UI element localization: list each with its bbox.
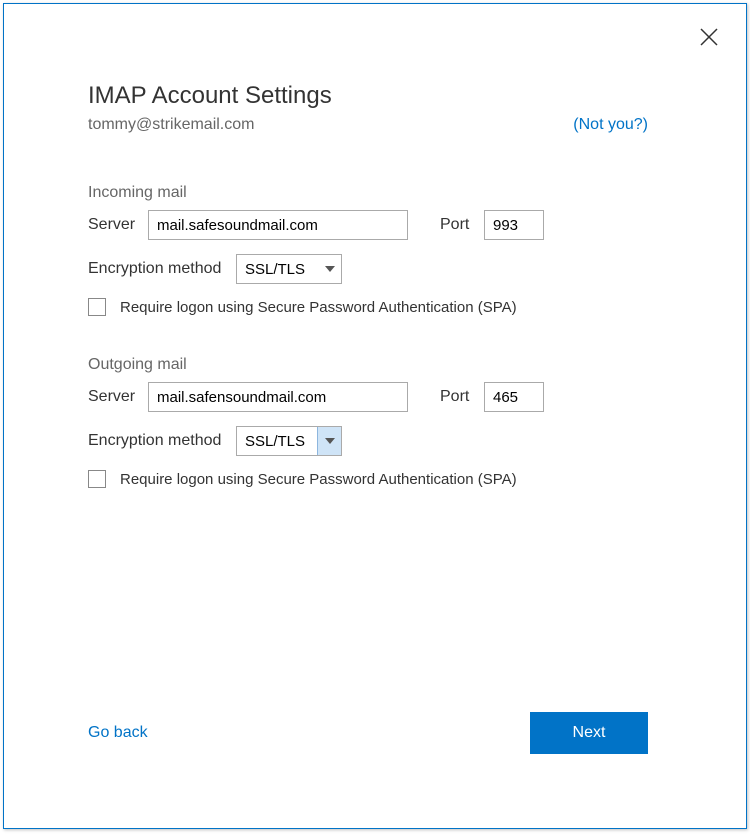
incoming-section-title: Incoming mail — [88, 184, 648, 202]
outgoing-section-title: Outgoing mail — [88, 356, 648, 374]
incoming-spa-label[interactable]: Require logon using Secure Password Auth… — [120, 299, 517, 316]
not-you-link[interactable]: (Not you?) — [573, 116, 648, 134]
close-icon — [700, 28, 718, 46]
outgoing-encryption-select[interactable]: SSL/TLS — [236, 426, 342, 456]
incoming-encryption-value: SSL/TLS — [237, 261, 317, 278]
dialog-content: IMAP Account Settings tommy@strikemail.c… — [88, 82, 648, 488]
outgoing-server-label: Server — [88, 388, 148, 406]
incoming-section: Incoming mail Server Port Encryption met… — [88, 184, 648, 316]
outgoing-spa-row: Require logon using Secure Password Auth… — [88, 470, 648, 488]
incoming-spa-checkbox[interactable] — [88, 298, 106, 316]
email-row: tommy@strikemail.com (Not you?) — [88, 116, 648, 134]
outgoing-server-input[interactable] — [148, 382, 408, 412]
incoming-server-label: Server — [88, 216, 148, 234]
chevron-down-icon — [317, 255, 341, 283]
page-title: IMAP Account Settings — [88, 82, 648, 110]
outgoing-encryption-row: Encryption method SSL/TLS — [88, 426, 648, 456]
incoming-encryption-row: Encryption method SSL/TLS — [88, 254, 648, 284]
outgoing-port-input[interactable] — [484, 382, 544, 412]
close-button[interactable] — [694, 22, 724, 52]
dialog-footer: Go back Next — [88, 712, 648, 754]
incoming-server-row: Server Port — [88, 210, 648, 240]
incoming-server-input[interactable] — [148, 210, 408, 240]
next-button[interactable]: Next — [530, 712, 648, 754]
outgoing-encryption-value: SSL/TLS — [237, 433, 317, 450]
outgoing-port-label: Port — [440, 388, 484, 406]
incoming-port-input[interactable] — [484, 210, 544, 240]
incoming-port-label: Port — [440, 216, 484, 234]
outgoing-encryption-label: Encryption method — [88, 432, 236, 450]
imap-settings-dialog: IMAP Account Settings tommy@strikemail.c… — [3, 3, 747, 829]
outgoing-spa-label[interactable]: Require logon using Secure Password Auth… — [120, 471, 517, 488]
incoming-encryption-label: Encryption method — [88, 260, 236, 278]
outgoing-section: Outgoing mail Server Port Encryption met… — [88, 356, 648, 488]
chevron-down-icon — [317, 427, 341, 455]
outgoing-spa-checkbox[interactable] — [88, 470, 106, 488]
account-email: tommy@strikemail.com — [88, 116, 254, 134]
incoming-spa-row: Require logon using Secure Password Auth… — [88, 298, 648, 316]
go-back-link[interactable]: Go back — [88, 724, 148, 742]
outgoing-server-row: Server Port — [88, 382, 648, 412]
incoming-encryption-select[interactable]: SSL/TLS — [236, 254, 342, 284]
